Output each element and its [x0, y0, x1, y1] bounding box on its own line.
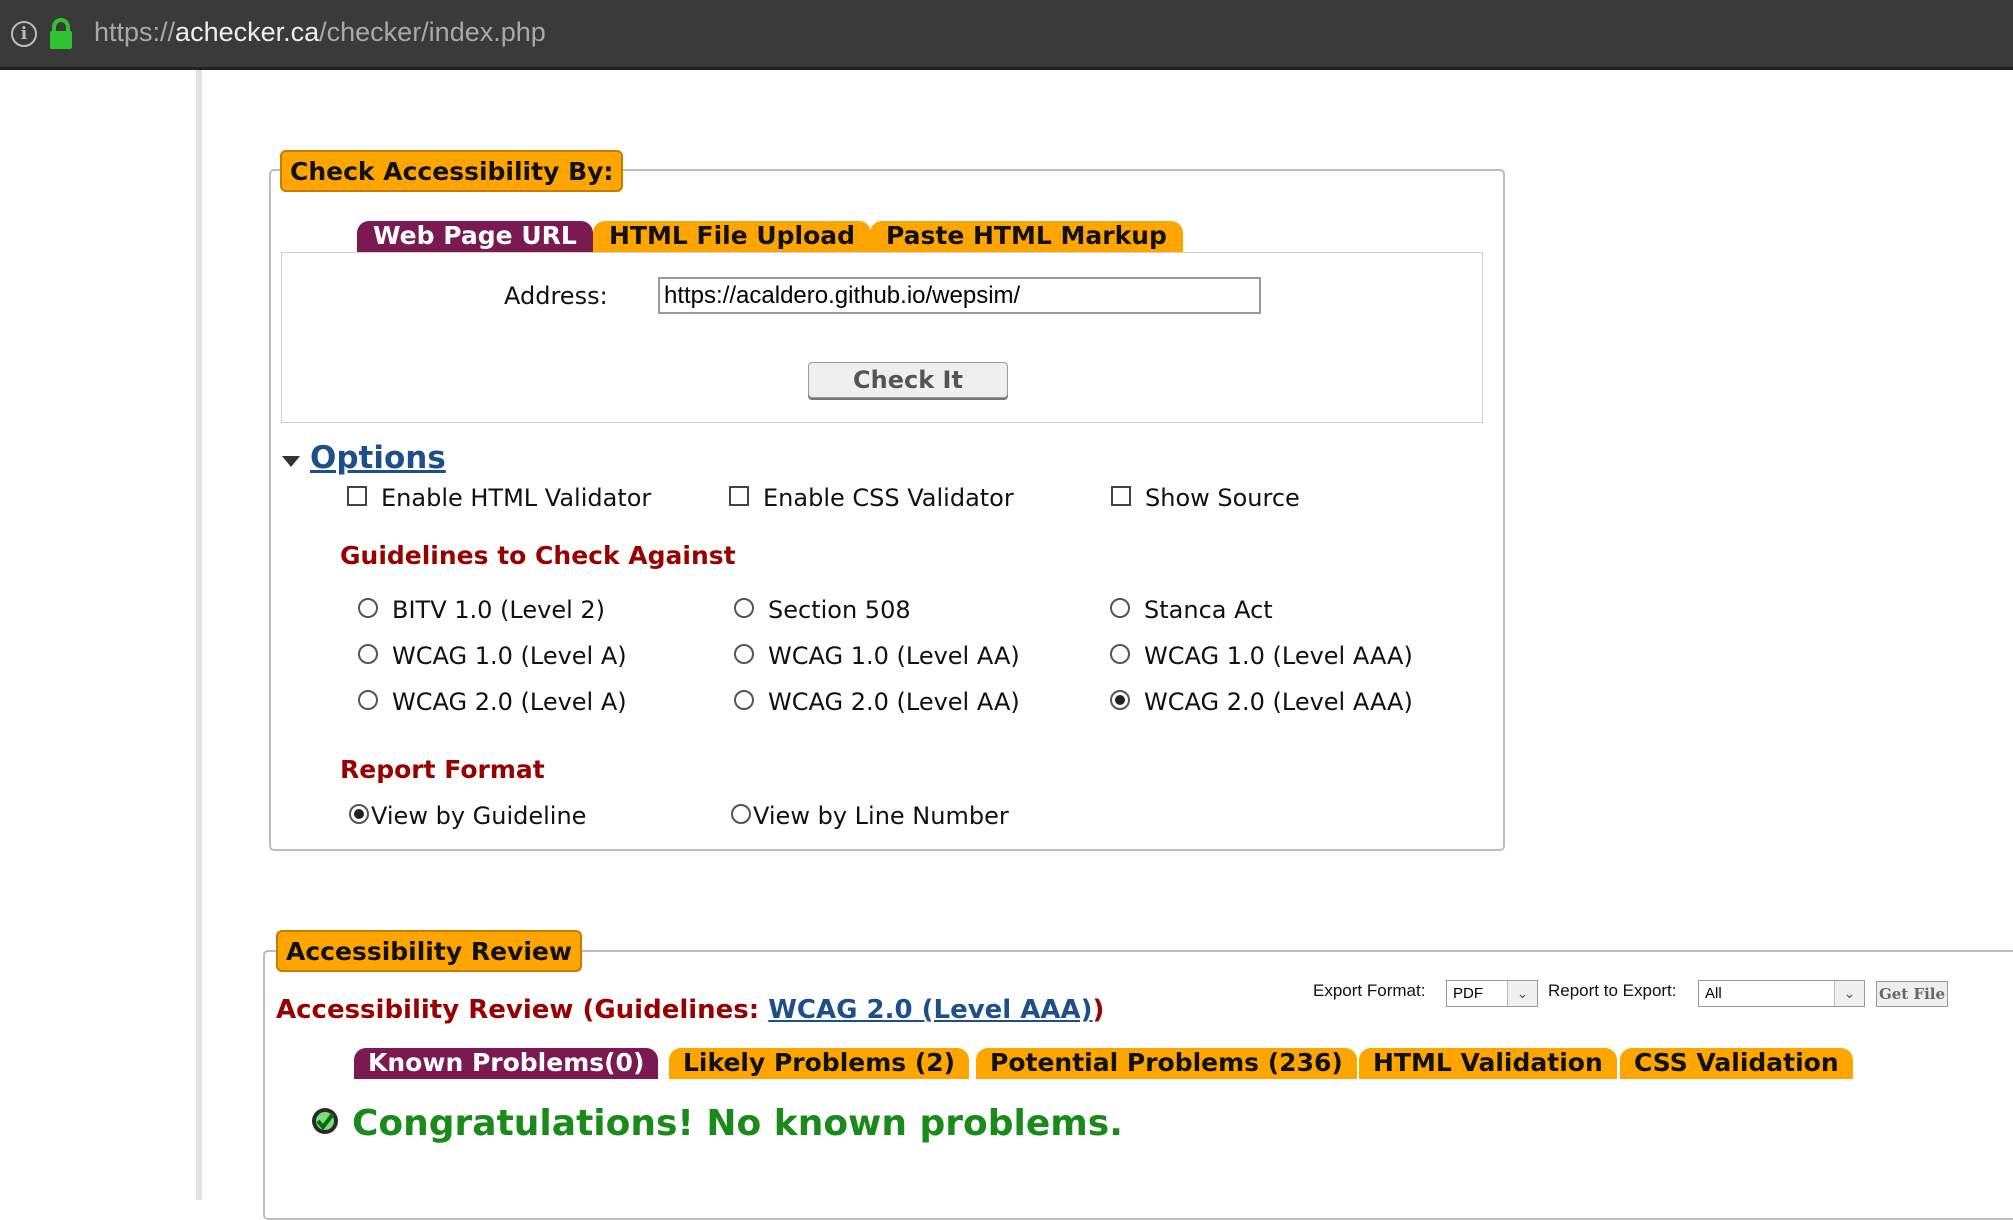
- guidelines-heading: Guidelines to Check Against: [340, 541, 736, 570]
- radio-label: WCAG 1.0 (Level AA): [768, 642, 1020, 670]
- report-format-heading: Report Format: [340, 755, 545, 784]
- guideline-radio-wcag-1-0-level-a[interactable]: WCAG 1.0 (Level A): [358, 642, 627, 670]
- review-title-suffix: ): [1092, 995, 1105, 1025]
- address-label: Address:: [504, 282, 608, 310]
- info-icon[interactable]: i: [11, 21, 37, 47]
- success-message: Congratulations! No known problems.: [310, 1103, 1123, 1144]
- browser-url-bar: i https://achecker.ca/checker/index.php: [0, 0, 2013, 70]
- radio-icon[interactable]: [734, 690, 754, 710]
- radio-label: Section 508: [768, 596, 911, 624]
- chevron-down-icon: ⌄: [1834, 981, 1864, 1006]
- chevron-down-icon: ⌄: [1507, 981, 1537, 1006]
- radio-icon[interactable]: [349, 804, 369, 824]
- radio-label: View by Line Number: [753, 802, 1009, 830]
- radio-icon[interactable]: [734, 598, 754, 618]
- guideline-radio-stanca-act[interactable]: Stanca Act: [1110, 596, 1273, 624]
- get-file-button[interactable]: Get File: [1876, 981, 1948, 1007]
- radio-label: Stanca Act: [1144, 596, 1273, 624]
- tab-known-problems[interactable]: Known Problems(0): [354, 1048, 659, 1079]
- report-to-export-value: All: [1705, 985, 1722, 1002]
- tab-likely-problems[interactable]: Likely Problems (2): [669, 1048, 970, 1079]
- checkbox-label: Enable CSS Validator: [763, 484, 1014, 512]
- guideline-radio-wcag-2-0-level-a[interactable]: WCAG 2.0 (Level A): [358, 688, 627, 716]
- radio-icon[interactable]: [1110, 644, 1130, 664]
- success-text: Congratulations! No known problems.: [352, 1103, 1123, 1144]
- guideline-radio-wcag-2-0-level-aa[interactable]: WCAG 2.0 (Level AA): [734, 688, 1020, 716]
- tab-html-validation[interactable]: HTML Validation: [1359, 1048, 1617, 1079]
- accessibility-review-legend: Accessibility Review: [276, 930, 582, 972]
- report-to-export-select[interactable]: All ⌄: [1698, 980, 1865, 1007]
- tab-web-page-url[interactable]: Web Page URL: [357, 221, 593, 253]
- guideline-radio-wcag-2-0-level-aaa[interactable]: WCAG 2.0 (Level AAA): [1110, 688, 1413, 716]
- report-radio-view-by-line-number[interactable]: View by Line Number: [731, 802, 1009, 830]
- report-radio-view-by-guideline[interactable]: View by Guideline: [349, 802, 586, 830]
- checkbox-label: Enable HTML Validator: [381, 484, 652, 512]
- tab-html-file-upload[interactable]: HTML File Upload: [593, 221, 872, 253]
- radio-label: WCAG 2.0 (Level AA): [768, 688, 1020, 716]
- address-bar[interactable]: https://achecker.ca/checker/index.php: [94, 17, 546, 48]
- guideline-radio-section-508[interactable]: Section 508: [734, 596, 911, 624]
- radio-icon[interactable]: [734, 644, 754, 664]
- guideline-link[interactable]: WCAG 2.0 (Level AAA): [768, 995, 1092, 1025]
- report-to-export-label: Report to Export:: [1548, 981, 1677, 1000]
- left-divider: [196, 70, 202, 1200]
- options-label: Options: [310, 440, 446, 476]
- show-source-checkbox[interactable]: Show Source: [1111, 484, 1300, 512]
- radio-label: WCAG 1.0 (Level AAA): [1144, 642, 1413, 670]
- enable-css-validator-checkbox[interactable]: Enable CSS Validator: [729, 484, 1014, 512]
- radio-label: BITV 1.0 (Level 2): [392, 596, 606, 624]
- review-title-prefix: Accessibility Review (Guidelines:: [276, 995, 769, 1025]
- guideline-radio-bitv-1-0-level-2[interactable]: BITV 1.0 (Level 2): [358, 596, 605, 624]
- radio-icon[interactable]: [358, 598, 378, 618]
- review-title: Accessibility Review (Guidelines: WCAG 2…: [276, 995, 1104, 1025]
- url-path: /checker/index.php: [319, 17, 546, 47]
- tab-potential-problems[interactable]: Potential Problems (236): [976, 1048, 1357, 1079]
- checkbox-icon[interactable]: [729, 486, 749, 506]
- checkmark-icon: [312, 1108, 338, 1134]
- radio-icon[interactable]: [358, 690, 378, 710]
- checkbox-icon[interactable]: [1111, 486, 1131, 506]
- guideline-radio-wcag-1-0-level-aa[interactable]: WCAG 1.0 (Level AA): [734, 642, 1020, 670]
- url-host: achecker.ca: [175, 17, 320, 47]
- options-toggle[interactable]: Options: [282, 440, 446, 476]
- radio-label: View by Guideline: [371, 802, 587, 830]
- address-input[interactable]: [658, 277, 1261, 314]
- check-accessibility-legend: Check Accessibility By:: [280, 150, 624, 192]
- checkbox-label: Show Source: [1145, 484, 1300, 512]
- triangle-down-icon: [282, 456, 300, 467]
- radio-icon[interactable]: [358, 644, 378, 664]
- radio-label: WCAG 2.0 (Level AAA): [1144, 688, 1413, 716]
- radio-label: WCAG 2.0 (Level A): [392, 688, 627, 716]
- guideline-radio-wcag-1-0-level-aaa[interactable]: WCAG 1.0 (Level AAA): [1110, 642, 1413, 670]
- radio-icon[interactable]: [1110, 598, 1130, 618]
- lock-icon: [50, 18, 72, 49]
- export-format-select[interactable]: PDF ⌄: [1446, 980, 1538, 1007]
- radio-icon[interactable]: [1110, 690, 1130, 710]
- radio-icon[interactable]: [731, 804, 751, 824]
- tab-css-validation[interactable]: CSS Validation: [1620, 1048, 1853, 1079]
- radio-label: WCAG 1.0 (Level A): [392, 642, 627, 670]
- url-prefix: https://: [94, 17, 176, 47]
- check-it-button[interactable]: Check It: [808, 362, 1008, 398]
- tab-paste-html-markup[interactable]: Paste HTML Markup: [870, 221, 1183, 253]
- export-format-value: PDF: [1453, 985, 1483, 1002]
- enable-html-validator-checkbox[interactable]: Enable HTML Validator: [347, 484, 651, 512]
- export-format-label: Export Format:: [1313, 981, 1426, 1000]
- checkbox-icon[interactable]: [347, 486, 367, 506]
